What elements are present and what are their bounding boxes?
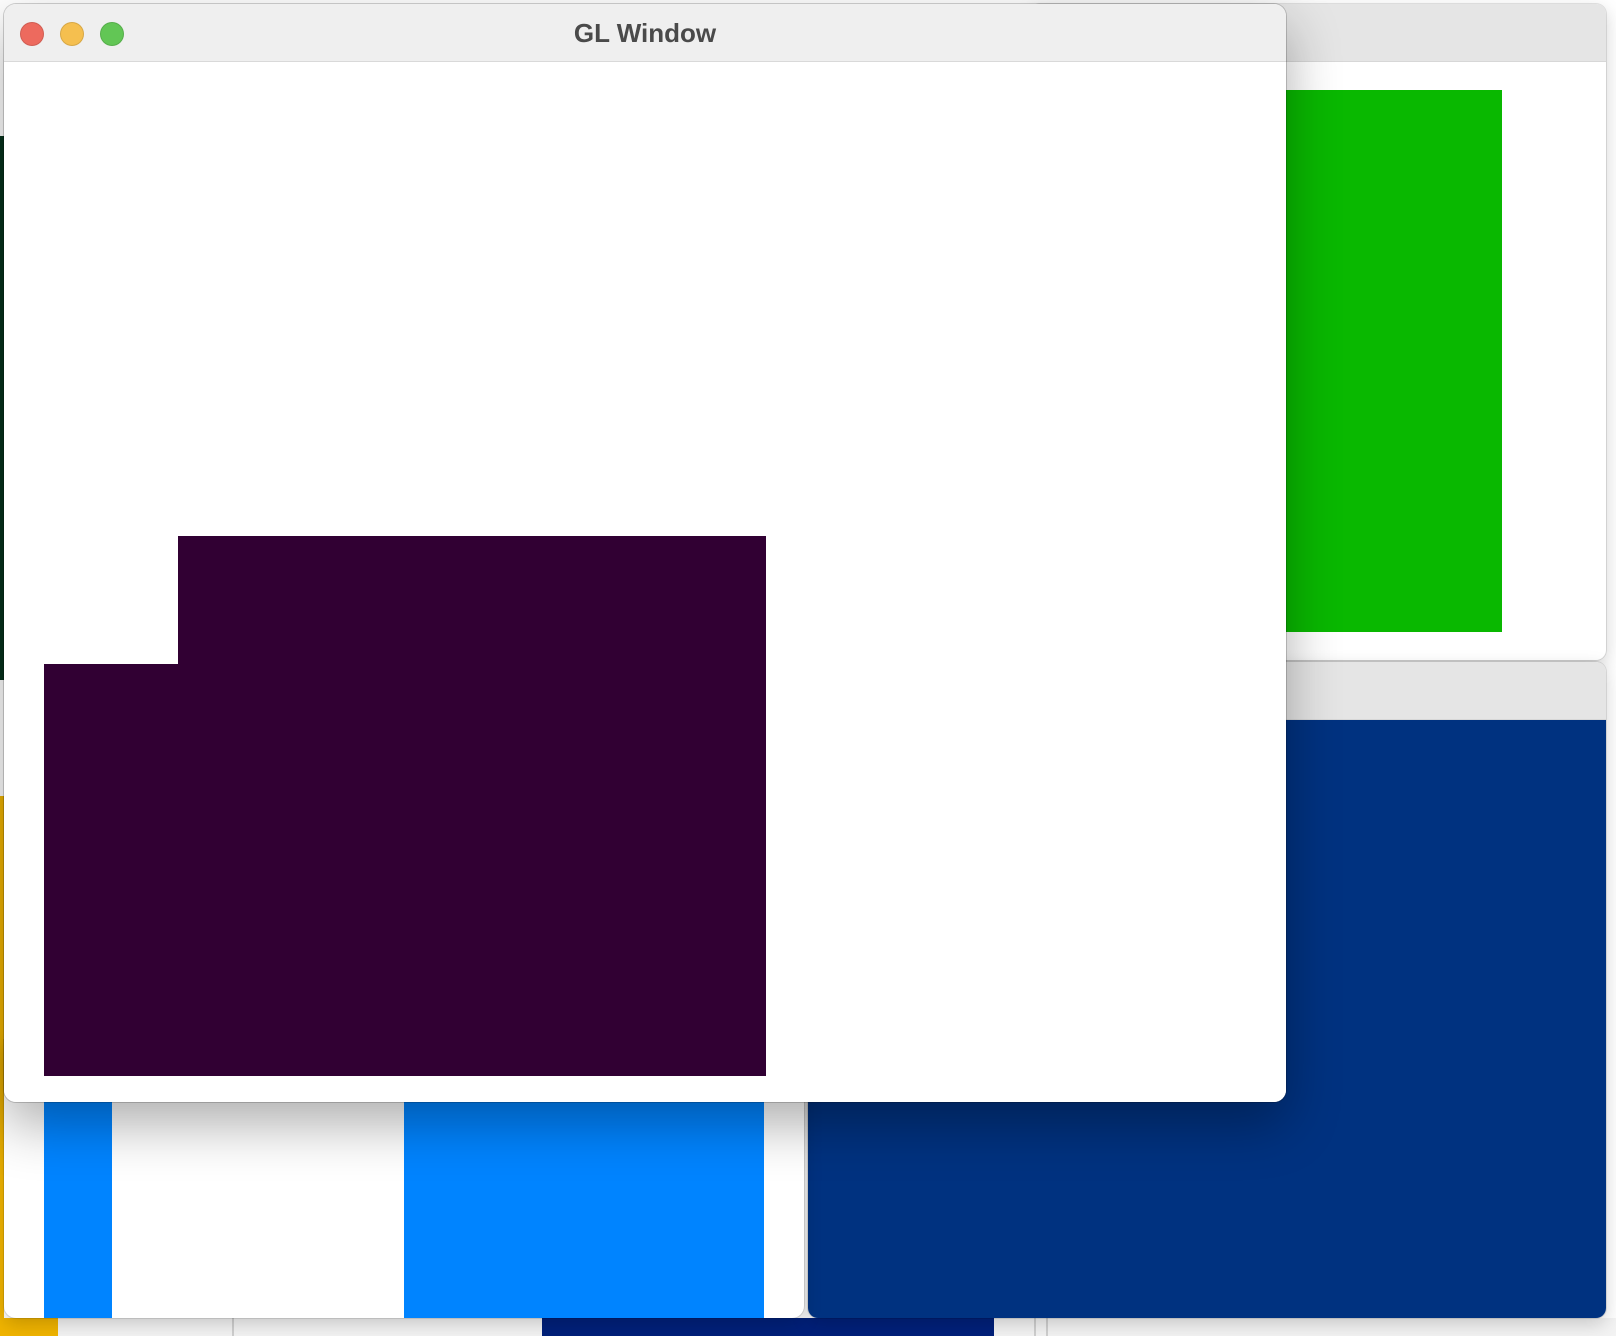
background-window-yellow-corner [0, 1318, 58, 1336]
canvas-shape-step [44, 664, 180, 1076]
window-titlebar[interactable]: GL Window [4, 4, 1286, 62]
window-edge-divider [1046, 1318, 1048, 1336]
gl-canvas[interactable] [4, 62, 1286, 1102]
blue-rectangle-right [404, 1100, 764, 1318]
canvas-shape-main [178, 536, 766, 1076]
window-edge-divider [232, 1318, 234, 1336]
window-edge-divider [1034, 1318, 1036, 1336]
blue-rectangle-left [44, 1100, 112, 1318]
window-title: GL Window [573, 18, 717, 48]
gl-window[interactable]: GL Window [4, 4, 1286, 1102]
background-window-navy-strip [542, 1318, 994, 1336]
